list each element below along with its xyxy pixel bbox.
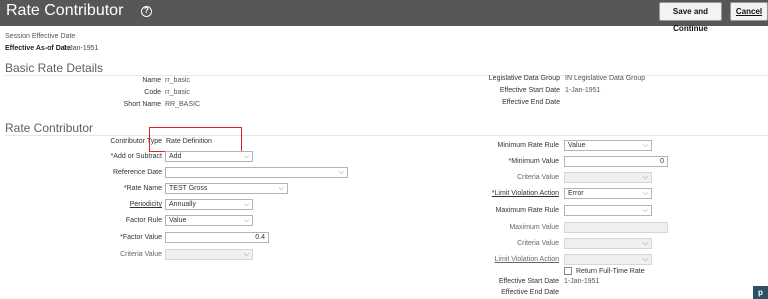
contrib-effective-end-label: Effective End Date (501, 289, 559, 296)
minimum-rate-rule-label: Minimum Rate Rule (497, 142, 559, 149)
max-criteria-value-select: ⌵ (564, 238, 652, 249)
legislative-data-group-label: Legislative Data Group (488, 75, 560, 82)
effective-as-of-label: Effective As-of Date (5, 45, 71, 52)
minimum-rate-rule-select[interactable]: Value ⌵ (564, 140, 652, 151)
chevron-down-icon: ⌵ (642, 256, 648, 263)
legislative-data-group-value: IN Legislative Data Group (565, 75, 646, 82)
factor-rule-label: Factor Rule (125, 217, 162, 224)
contrib-effective-start-value: 1-Jan-1951 (564, 278, 600, 285)
save-and-continue-button[interactable]: Save and Continue (659, 2, 722, 33)
factor-value-input[interactable]: 0.4 (165, 232, 269, 243)
help-icon[interactable]: ? (141, 6, 152, 17)
section-divider (5, 135, 768, 136)
factor-rule-select[interactable]: Value ⌵ (165, 215, 253, 226)
max-criteria-value-label: Criteria Value (517, 240, 559, 247)
limit-violation-action-select[interactable]: Error ⌵ (564, 188, 652, 199)
cancel-button[interactable]: Cancel (730, 2, 768, 21)
page-title: Rate Contributor (6, 2, 124, 19)
chevron-down-icon: ⌵ (243, 153, 249, 160)
rate-name-select[interactable]: TEST Gross ⌵ (165, 183, 288, 194)
periodicity-label: Periodicity (129, 201, 162, 208)
short-name-label: Short Name (123, 101, 161, 108)
maximum-rate-rule-label: Maximum Rate Rule (495, 207, 559, 214)
name-label: Name (142, 77, 161, 84)
criteria-value-label: Criteria Value (120, 251, 162, 258)
criteria-value-select: ⌵ (165, 249, 253, 260)
session-effective-date-label: Session Effective Date (5, 33, 76, 40)
add-or-subtract-select[interactable]: Add ⌵ (165, 151, 253, 162)
basic-rate-details-title: Basic Rate Details (5, 61, 104, 75)
periodicity-select[interactable]: Annually ⌵ (165, 199, 253, 210)
chevron-down-icon: ⌵ (642, 190, 648, 197)
chevron-down-icon: ⌵ (243, 201, 249, 208)
maximum-value-input (564, 222, 668, 233)
return-full-time-rate-label: Return Full-Time Rate (576, 268, 645, 275)
reference-date-label: Reference Date (112, 169, 162, 176)
corner-widget-icon[interactable]: p (753, 286, 768, 299)
highlight-box (149, 127, 242, 152)
minimum-value-input[interactable]: 0 (564, 156, 668, 167)
maximum-rate-rule-select[interactable]: ⌵ (564, 205, 652, 216)
effective-as-of-value: 1-Jan-1951 (63, 45, 99, 52)
chevron-down-icon: ⌵ (243, 251, 249, 258)
add-or-subtract-label: Add or Subtract (111, 153, 162, 160)
short-name-value: RR_BASIC (165, 101, 201, 108)
contrib-effective-start-label: Effective Start Date (498, 278, 559, 285)
factor-value-label: Factor Value (120, 234, 162, 241)
minimum-value-label: Minimum Value (509, 158, 559, 165)
chevron-down-icon: ⌵ (642, 174, 648, 181)
rate-contributor-title: Rate Contributor (5, 121, 94, 135)
chevron-down-icon: ⌵ (642, 142, 648, 149)
code-value: rr_basic (165, 89, 190, 96)
effective-start-date-label: Effective Start Date (499, 87, 560, 94)
min-criteria-value-select: ⌵ (564, 172, 652, 183)
effective-end-date-label: Effective End Date (502, 99, 560, 106)
code-label: Code (144, 89, 161, 96)
chevron-down-icon: ⌵ (338, 169, 344, 176)
rate-name-label: Rate Name (124, 185, 162, 192)
chevron-down-icon: ⌵ (278, 185, 284, 192)
min-criteria-value-label: Criteria Value (517, 174, 559, 181)
chevron-down-icon: ⌵ (243, 217, 249, 224)
maximum-value-label: Maximum Value (509, 224, 559, 231)
effective-start-date-value: 1-Jan-1951 (565, 87, 601, 94)
max-limit-violation-label: Limit Violation Action (494, 256, 559, 263)
name-value: rr_basic (165, 77, 190, 84)
max-limit-violation-select: ⌵ (564, 254, 652, 265)
limit-violation-action-label: Limit Violation Action (492, 190, 559, 197)
chevron-down-icon: ⌵ (642, 207, 648, 214)
chevron-down-icon: ⌵ (642, 240, 648, 247)
section-divider (5, 75, 768, 76)
reference-date-select[interactable]: ⌵ (165, 167, 348, 178)
return-full-time-rate-checkbox[interactable] (564, 267, 572, 275)
